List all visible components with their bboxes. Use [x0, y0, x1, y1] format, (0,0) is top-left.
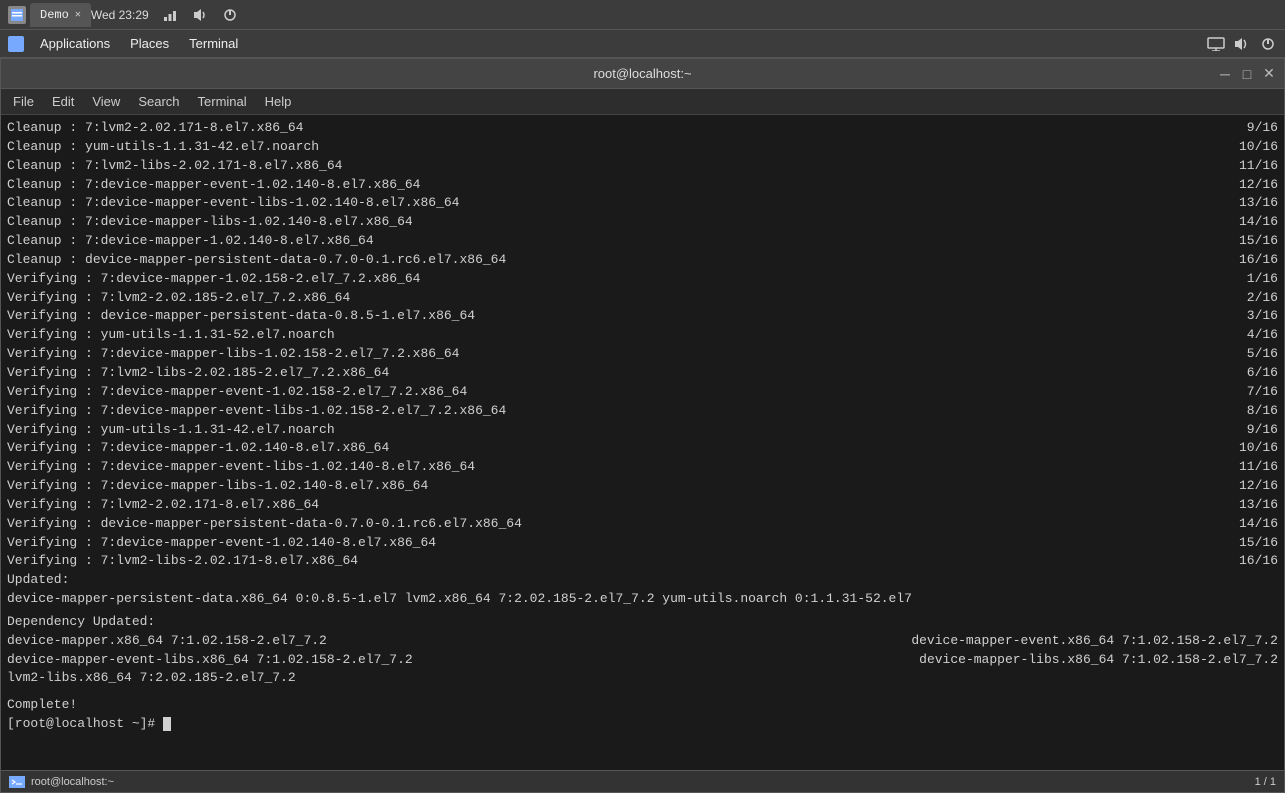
- verifying-line: Verifying : 7:lvm2-libs-2.02.185-2.el7_7…: [7, 364, 1278, 383]
- terminal-bottombar: root@localhost:~ 1 / 1: [1, 770, 1284, 792]
- panel-right: [1207, 35, 1277, 53]
- verifying-line: Verifying : 7:device-mapper-1.02.140-8.e…: [7, 439, 1278, 458]
- dep-line1-left: device-mapper.x86_64 7:1.02.158-2.el7_7.…: [7, 632, 327, 651]
- titlebar-controls: ─ □ ✕: [1216, 65, 1278, 83]
- verifying-line: Verifying : 7:device-mapper-1.02.158-2.e…: [7, 270, 1278, 289]
- verifying-line: Verifying : 7:device-mapper-event-1.02.1…: [7, 383, 1278, 402]
- dep-line2-left: device-mapper-event-libs.x86_64 7:1.02.1…: [7, 651, 413, 670]
- verifying-line: Verifying : 7:device-mapper-libs-1.02.14…: [7, 477, 1278, 496]
- dep-line1: device-mapper.x86_64 7:1.02.158-2.el7_7.…: [7, 632, 1278, 651]
- verifying-line: Verifying : yum-utils-1.1.31-42.el7.noar…: [7, 421, 1278, 440]
- help-menu[interactable]: Help: [257, 92, 300, 111]
- places-menu[interactable]: Places: [122, 34, 177, 53]
- tab-close-icon[interactable]: ✕: [75, 9, 81, 21]
- cleanup-line: Cleanup : 7:device-mapper-event-1.02.140…: [7, 176, 1278, 195]
- verifying-line: Verifying : 7:lvm2-libs-2.02.171-8.el7.x…: [7, 552, 1278, 571]
- bottom-tab-label: root@localhost:~: [31, 776, 114, 788]
- view-menu[interactable]: View: [84, 92, 128, 111]
- terminal-title: root@localhost:~: [593, 66, 691, 81]
- display-icon[interactable]: [1207, 35, 1225, 53]
- gnome-icon: [8, 36, 24, 52]
- cleanup-line: Cleanup : 7:lvm2-2.02.171-8.el7.x86_649/…: [7, 119, 1278, 138]
- terminal-content[interactable]: Cleanup : 7:lvm2-2.02.171-8.el7.x86_649/…: [1, 115, 1284, 770]
- verifying-line: Verifying : 7:device-mapper-event-libs-1…: [7, 458, 1278, 477]
- cleanup-line: Cleanup : 7:device-mapper-1.02.140-8.el7…: [7, 232, 1278, 251]
- verifying-line: Verifying : device-mapper-persistent-dat…: [7, 515, 1278, 534]
- taskbar-right: Wed 23:29: [91, 6, 239, 24]
- cleanup-line: Cleanup : 7:device-mapper-event-libs-1.0…: [7, 194, 1278, 213]
- cleanup-lines: Cleanup : 7:lvm2-2.02.171-8.el7.x86_649/…: [7, 119, 1278, 270]
- complete-text: Complete!: [7, 696, 1278, 715]
- clock: Wed 23:29: [91, 8, 149, 22]
- top-panel: Applications Places Terminal: [0, 30, 1285, 58]
- taskbar: Demo ✕ Wed 23:29: [0, 0, 1285, 30]
- prompt: [root@localhost ~]#: [7, 716, 163, 731]
- dep-line2: device-mapper-event-libs.x86_64 7:1.02.1…: [7, 651, 1278, 670]
- maximize-button[interactable]: □: [1238, 65, 1256, 83]
- applications-menu[interactable]: Applications: [32, 34, 118, 53]
- network-icon[interactable]: [161, 6, 179, 24]
- minimize-button[interactable]: ─: [1216, 65, 1234, 83]
- terminal-menubar: File Edit View Search Terminal Help: [1, 89, 1284, 115]
- updated-header: Updated:: [7, 571, 1278, 590]
- tab-label: Demo: [40, 8, 69, 22]
- verifying-line: Verifying : 7:lvm2-2.02.185-2.el7_7.2.x8…: [7, 289, 1278, 308]
- power-panel-icon[interactable]: [1259, 35, 1277, 53]
- verifying-lines: Verifying : 7:device-mapper-1.02.158-2.e…: [7, 270, 1278, 572]
- close-button[interactable]: ✕: [1260, 65, 1278, 83]
- verifying-line: Verifying : device-mapper-persistent-dat…: [7, 307, 1278, 326]
- terminal-menu[interactable]: Terminal: [181, 34, 246, 53]
- demo-tab[interactable]: Demo ✕: [30, 3, 91, 27]
- prompt-line: [root@localhost ~]#: [7, 715, 1278, 734]
- cleanup-line: Cleanup : 7:lvm2-libs-2.02.171-8.el7.x86…: [7, 157, 1278, 176]
- terminal-titlebar: root@localhost:~ ─ □ ✕: [1, 59, 1284, 89]
- updated-section: Updated: device-mapper-persistent-data.x…: [7, 571, 1278, 609]
- cleanup-line: Cleanup : device-mapper-persistent-data-…: [7, 251, 1278, 270]
- edit-menu[interactable]: Edit: [44, 92, 82, 111]
- verifying-line: Verifying : 7:device-mapper-event-1.02.1…: [7, 534, 1278, 553]
- dependency-header: Dependency Updated:: [7, 613, 1278, 632]
- file-menu[interactable]: File: [5, 92, 42, 111]
- dep-line3: lvm2-libs.x86_64 7:2.02.185-2.el7_7.2: [7, 669, 1278, 688]
- verifying-line: Verifying : 7:device-mapper-libs-1.02.15…: [7, 345, 1278, 364]
- bottom-terminal-icon: [9, 776, 25, 788]
- dep-line1-right: device-mapper-event.x86_64 7:1.02.158-2.…: [911, 632, 1278, 651]
- dep-line2-right: device-mapper-libs.x86_64 7:1.02.158-2.e…: [919, 651, 1278, 670]
- app-icon: [8, 6, 26, 24]
- taskbar-left: Demo ✕: [8, 3, 91, 27]
- verifying-line: Verifying : 7:lvm2-2.02.171-8.el7.x86_64…: [7, 496, 1278, 515]
- search-menu[interactable]: Search: [130, 92, 187, 111]
- volume-icon[interactable]: [191, 6, 209, 24]
- sound-panel-icon[interactable]: [1233, 35, 1251, 53]
- verifying-line: Verifying : 7:device-mapper-event-libs-1…: [7, 402, 1278, 421]
- updated-line: device-mapper-persistent-data.x86_64 0:0…: [7, 590, 1278, 609]
- power-icon[interactable]: [221, 6, 239, 24]
- verifying-line: Verifying : yum-utils-1.1.31-52.el7.noar…: [7, 326, 1278, 345]
- cursor: [163, 717, 171, 731]
- cleanup-line: Cleanup : yum-utils-1.1.31-42.el7.noarch…: [7, 138, 1278, 157]
- terminal-menu-item[interactable]: Terminal: [190, 92, 255, 111]
- bottom-page: 1 / 1: [1255, 776, 1276, 788]
- dependency-section: Dependency Updated: device-mapper.x86_64…: [7, 613, 1278, 688]
- cleanup-line: Cleanup : 7:device-mapper-libs-1.02.140-…: [7, 213, 1278, 232]
- terminal-window: root@localhost:~ ─ □ ✕ File Edit View Se…: [0, 58, 1285, 793]
